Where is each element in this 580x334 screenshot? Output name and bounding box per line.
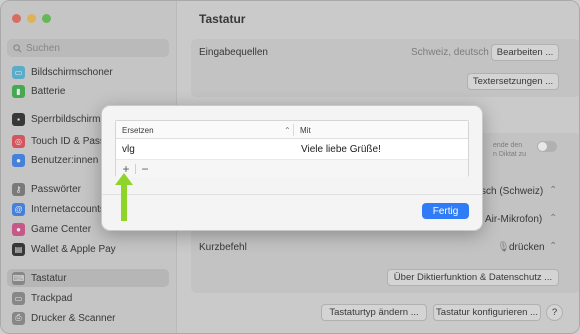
cell-replace: vlg <box>122 144 135 155</box>
dialog-divider <box>102 194 482 195</box>
settings-window: Suchen ▭ Bildschirmschoner ▮ Batterie ▪ … <box>0 0 580 334</box>
replacements-table: Ersetzen ⌃ Mit vlg Viele liebe Grüße! + … <box>115 120 469 177</box>
table-row[interactable]: vlg Viele liebe Grüße! <box>116 140 468 157</box>
table-header: Ersetzen ⌃ Mit <box>116 121 468 139</box>
text-replacements-dialog: Ersetzen ⌃ Mit vlg Viele liebe Grüße! + … <box>101 105 483 231</box>
fertig-button[interactable]: Fertig <box>422 203 469 219</box>
remove-button[interactable]: − <box>138 162 152 176</box>
column-divider[interactable] <box>293 124 294 136</box>
annotation-arrow-icon <box>115 173 133 221</box>
table-toolbar: + − <box>116 159 468 177</box>
column-header-ersetzen[interactable]: Ersetzen <box>122 126 154 135</box>
column-header-mit[interactable]: Mit <box>300 126 311 135</box>
cell-with: Viele liebe Grüße! <box>301 144 381 155</box>
sort-ascending-icon: ⌃ <box>284 126 291 135</box>
toolbar-divider <box>135 164 136 174</box>
